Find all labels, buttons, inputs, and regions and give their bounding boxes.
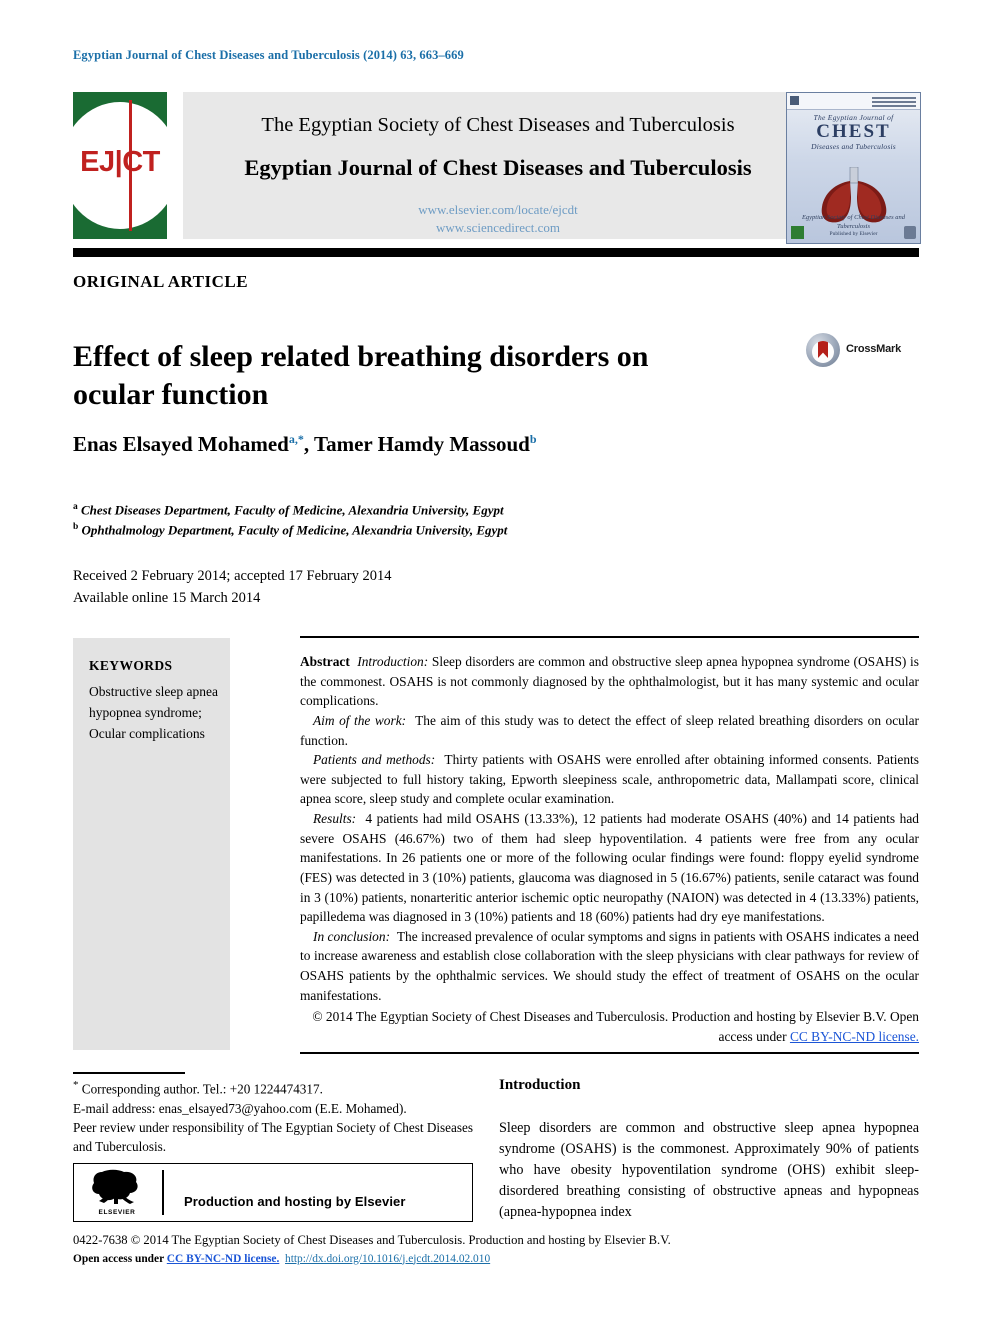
crossmark-badge[interactable]: CrossMark [806,331,921,371]
journal-title-block: The Egyptian Society of Chest Diseases a… [183,92,813,239]
introduction-heading: Introduction [499,1077,581,1093]
running-head: Egyptian Journal of Chest Diseases and T… [73,48,464,62]
bottom-copyright: 0422-7638 © 2014 The Egyptian Society of… [73,1231,933,1268]
affiliation-marker-a: a [73,502,78,512]
email-suffix: (E.E. Mohamed). [315,1100,407,1116]
crossmark-label: CrossMark [846,343,902,355]
abstract-license-link[interactable]: CC BY-NC-ND license. [790,1029,919,1044]
article-page: Egyptian Journal of Chest Diseases and T… [0,0,992,1323]
cover-badge-left-icon [791,226,804,239]
bottom-license-link[interactable]: CC BY-NC-ND license. [167,1253,280,1265]
elsevier-logo: ELSEVIER [86,1169,148,1216]
crossmark-ribbon-icon [818,341,828,358]
footnote-rule [73,1072,185,1074]
logo-text: EJ|CT [80,146,160,178]
elsevier-wordmark: ELSEVIER [98,1209,136,1216]
keywords-heading: KEYWORDS [89,658,173,673]
abstract-methods-paragraph: Patients and methods: Thirty patients wi… [300,750,919,809]
affiliation-marker-b: b [73,522,79,533]
email-note: E-mail address: enas_elsayed73@yahoo.com… [73,1099,473,1118]
abstract-conclusion-label: In conclusion: [313,928,391,944]
affiliation-text-a: Chest Diseases Department, Faculty of Me… [81,502,504,518]
doi-link[interactable]: http://dx.doi.org/10.1016/j.ejcdt.2014.0… [285,1253,490,1265]
abstract-aim-label: Aim of the work: [313,712,407,728]
elsevier-tree-icon [92,1169,138,1204]
affiliation-item: b Ophthalmology Department, Faculty of M… [73,520,507,540]
header-divider-bar [73,248,919,257]
introduction-body: Sleep disorders are common and obstructi… [499,1118,919,1223]
abstract-results-paragraph: Results: 4 patients had mild OSAHS (13.3… [300,809,919,927]
elsevier-box-divider [162,1170,164,1215]
corresponding-author-text: Corresponding author. Tel.: +20 12244743… [81,1081,323,1097]
keywords-list: Obstructive sleep apnea hypopnea syndrom… [89,684,218,741]
abstract-results-text: 4 patients had mild OSAHS (13.33%), 12 p… [300,811,919,925]
author-separator: , [303,432,314,456]
abstract-results-label: Results: [313,811,357,826]
received-accepted-date: Received 2 February 2014; accepted 17 Fe… [73,568,392,584]
introduction-paragraph: Sleep disorders are common and obstructi… [499,1120,919,1221]
available-online-date: Available online 15 March 2014 [73,589,261,606]
journal-name: Egyptian Journal of Chest Diseases and T… [244,155,752,180]
article-dates: Received 2 February 2014; accepted 17 Fe… [73,566,392,610]
cover-title-line2: CHEST [816,121,891,142]
corresponding-author-note: * Corresponding author. Tel.: +20 122447… [73,1078,473,1099]
abstract-conclusion-text: The increased prevalence of ocular sympt… [300,928,919,1003]
footnote-section: * Corresponding author. Tel.: +20 122447… [73,1078,473,1156]
cover-topbar [787,93,920,110]
page-title: Effect of sleep related breathing disord… [73,340,649,412]
abstract-methods-label: Patients and methods: [313,752,436,768]
affiliation-list: a Chest Diseases Department, Faculty of … [73,500,507,540]
cover-title-line3: Diseases and Tuberculosis [811,141,896,151]
author-1-affiliation-marker[interactable]: a,* [289,432,304,446]
email-link[interactable]: enas_elsayed73@yahoo.com [159,1101,312,1116]
abstract-copyright: © 2014 The Egyptian Society of Chest Dis… [300,1007,919,1046]
abstract-label: Abstract [300,654,350,669]
abstract-rule-top [300,636,919,638]
crossmark-icon [806,333,840,367]
ejct-logo: EJ|CT [73,92,167,239]
cover-foot-line1: Egyptian Society of Chest Diseases and T… [801,214,906,231]
email-label: E-mail address: [73,1100,156,1116]
article-type-label: ORIGINAL ARTICLE [73,272,249,291]
abstract-section: Abstract Introduction: Sleep disorders a… [300,652,919,1047]
author-name-1: Enas Elsayed Mohamed [73,432,289,456]
cover-badge-right-icon [904,226,916,239]
peer-review-note: Peer review under responsibility of The … [73,1119,473,1154]
author-list: Enas Elsayed Mohameda,*, Tamer Hamdy Mas… [73,432,537,457]
cover-lines [872,97,916,99]
journal-cover-thumbnail: The Egyptian Journal of CHEST Diseases a… [786,92,921,244]
elsevier-production-box: ELSEVIER Production and hosting by Elsev… [73,1163,473,1222]
abstract-intro-label: Introduction: [357,654,429,669]
cover-logo-square [790,96,799,105]
url-sciencedirect[interactable]: www.sciencedirect.com [183,219,813,237]
journal-header: EJ|CT The Egyptian Society of Chest Dise… [73,92,921,244]
affiliation-item: a Chest Diseases Department, Faculty of … [73,500,507,520]
author-2-affiliation-marker[interactable]: b [530,432,537,446]
crossmark-inner-circle [812,341,834,363]
abstract-conclusion-paragraph: In conclusion: The increased prevalence … [300,927,919,1006]
corresponding-author-marker: * [73,1079,79,1091]
abstract-rule-bottom [300,1052,919,1054]
society-name: The Egyptian Society of Chest Diseases a… [261,114,735,136]
bottom-copyright-line2: Open access under CC BY-NC-ND license. h… [73,1251,933,1269]
affiliation-text-b: Ophthalmology Department, Faculty of Med… [81,522,508,538]
bottom-copyright-line1: 0422-7638 © 2014 The Egyptian Society of… [73,1233,671,1247]
elsevier-box-text: Production and hosting by Elsevier [184,1194,406,1209]
cover-title-block: The Egyptian Journal of CHEST Diseases a… [787,113,920,151]
abstract-intro-paragraph: Abstract Introduction: Sleep disorders a… [300,652,919,711]
keywords-box: KEYWORDS Obstructive sleep apnea hypopne… [73,638,230,1050]
cover-footer: Egyptian Society of Chest Diseases and T… [787,213,920,239]
url-elsevier[interactable]: www.elsevier.com/locate/ejcdt [183,201,813,219]
author-name-2: Tamer Hamdy Massoud [314,432,530,456]
open-access-prefix: Open access under [73,1252,167,1265]
cover-foot-line2: Published by Elsevier [829,231,878,238]
journal-urls: www.elsevier.com/locate/ejcdt www.scienc… [183,201,813,236]
abstract-aim-paragraph: Aim of the work: The aim of this study w… [300,711,919,750]
